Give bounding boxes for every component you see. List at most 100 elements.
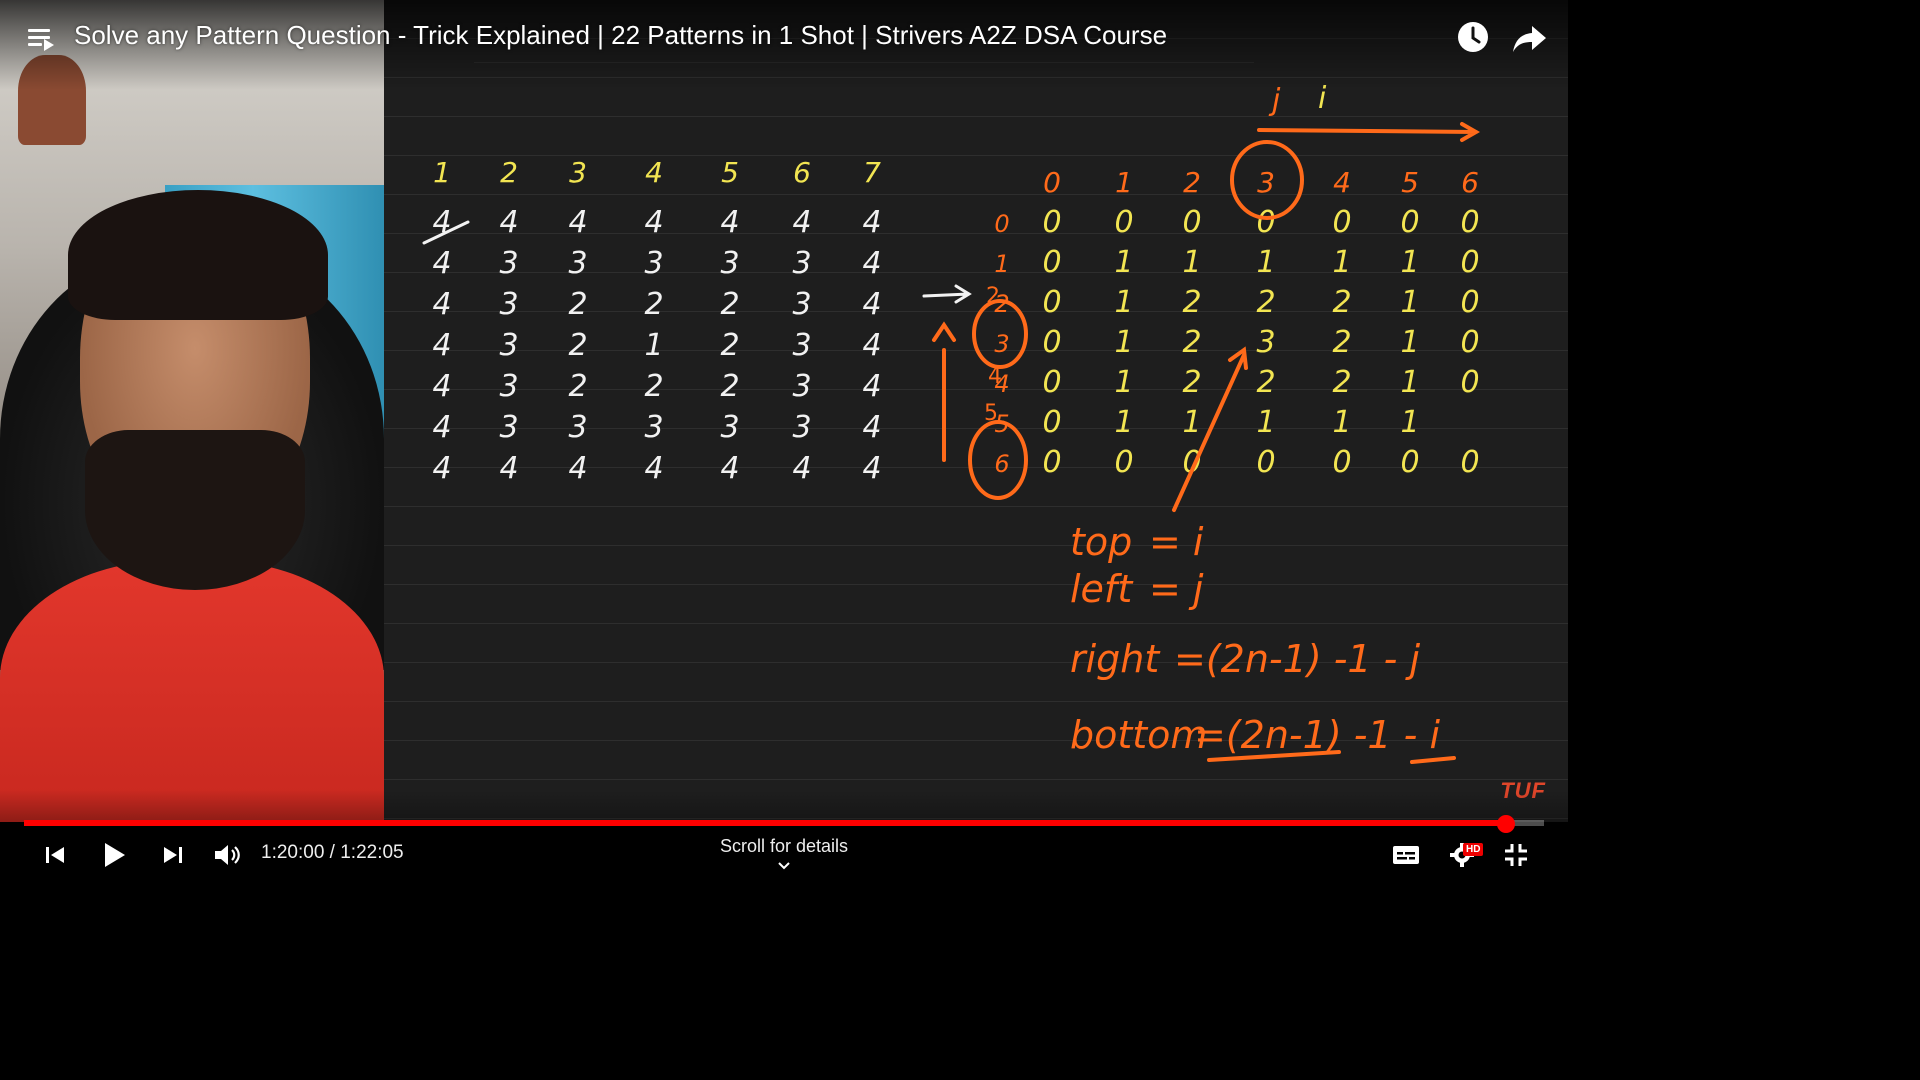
pattern-cell: 3: [792, 410, 811, 445]
pattern-cell: 4: [862, 246, 881, 281]
distance-cell: 1: [1400, 285, 1419, 320]
distance-cell: 0: [1042, 445, 1061, 480]
distance-cell: 0: [1256, 445, 1275, 480]
pattern-cell: 3: [568, 410, 587, 445]
presenter-hair: [68, 190, 328, 320]
formula-top-lhs: top: [1070, 520, 1132, 564]
exit-fullscreen-icon: [1505, 844, 1527, 866]
pattern-cell: 2: [720, 287, 739, 322]
pattern-cell: 3: [792, 287, 811, 322]
pattern-cell: 1: [644, 328, 663, 363]
mark-4: 4: [988, 364, 1002, 389]
chevron-down-icon[interactable]: [776, 858, 792, 874]
pattern-cell: 4: [862, 328, 881, 363]
pattern-cell: 3: [499, 410, 518, 445]
video-player[interactable]: 1 2 3 4 5 6 7 4 4 4 4 4 4 4 4 3 3 3 3 3 4 4 3 2 2 2 3 4 4 3 2 1 2 3 4 4 3 2 2 2…: [0, 0, 1568, 882]
presenter-hoodie: [0, 560, 384, 822]
mute-button[interactable]: [210, 838, 244, 872]
pattern-cell: 4: [499, 205, 518, 240]
pattern-cell: 2: [644, 369, 663, 404]
index-col-header: 1: [1115, 166, 1133, 199]
pattern-cell: 3: [499, 328, 518, 363]
distance-cell: 1: [1400, 325, 1419, 360]
arrow-vertical: [932, 321, 956, 462]
formula-right-rhs: =(2n-1) -1 - j: [1174, 637, 1420, 681]
pattern-cell: 2: [644, 287, 663, 322]
index-col-header: 6: [1461, 166, 1479, 199]
pattern-col-header: 7: [863, 156, 881, 189]
formula-bottom-rhs: =(2n-1) -1 - i: [1194, 713, 1440, 757]
pattern-cell: 4: [792, 451, 811, 486]
distance-cell: 2: [1332, 325, 1351, 360]
pattern-cell: 4: [792, 205, 811, 240]
pattern-cell: 2: [720, 369, 739, 404]
distance-cell: 1: [1182, 245, 1201, 280]
distance-cell: 1: [1114, 325, 1133, 360]
pattern-cell: 4: [862, 410, 881, 445]
index-col-header: 5: [1401, 166, 1419, 199]
pattern-col-header: 4: [645, 156, 663, 189]
distance-cell: 2: [1256, 365, 1275, 400]
formula-bottom-lhs: bottom: [1070, 713, 1207, 757]
distance-cell: 1: [1256, 245, 1275, 280]
index-row-header: 0: [994, 210, 1009, 238]
mark-2: 2: [986, 284, 1000, 309]
subtitles-button[interactable]: [1390, 838, 1422, 872]
volume-icon: [215, 845, 240, 865]
video-title[interactable]: Solve any Pattern Question - Trick Expla…: [74, 20, 1167, 51]
distance-cell: 1: [1256, 405, 1275, 440]
distance-cell: 1: [1182, 405, 1201, 440]
distance-cell: 2: [1332, 285, 1351, 320]
exit-fullscreen-button[interactable]: [1500, 838, 1532, 872]
pattern-cell: 4: [644, 205, 663, 240]
time-display: 1:20:00 / 1:22:05: [261, 842, 404, 863]
share-arrow-icon[interactable]: [1512, 22, 1548, 54]
clock-icon[interactable]: [1456, 20, 1490, 54]
distance-cell: 1: [1114, 365, 1133, 400]
distance-table: 0 1 2 3 4 5 601234560 0 0 0 0 0 00 1 1 1 1 1 00 1 2 2 2 1 00 1 2 3 2…: [994, 166, 1479, 480]
distance-cell: 2: [1182, 325, 1201, 360]
arrow-right: [1257, 122, 1481, 142]
next-button[interactable]: [158, 838, 188, 872]
pattern-cell: 4: [432, 328, 451, 363]
pattern-cell: 4: [432, 246, 451, 281]
board-drawing: 1 2 3 4 5 6 7 4 4 4 4 4 4 4 4 3 3 3 3 3 4 4 3 2 2 2 3 4 4 3 2 1 2 3 4 4 3 2 2 2…: [422, 81, 1481, 764]
index-col-header: 0: [1043, 166, 1061, 199]
index-col-header: 2: [1183, 166, 1201, 199]
previous-button[interactable]: [40, 838, 70, 872]
pattern-cell: 4: [720, 451, 739, 486]
pattern-cell: 3: [792, 328, 811, 363]
pattern-cell: 4: [432, 369, 451, 404]
next-icon: [164, 847, 182, 863]
distance-cell: 2: [1256, 285, 1275, 320]
distance-cell: 1: [1332, 405, 1351, 440]
distance-cell: 0: [1400, 205, 1419, 240]
formula-left-rhs: = j: [1149, 567, 1204, 611]
distance-cell: 2: [1182, 285, 1201, 320]
pattern-cell: 4: [568, 451, 587, 486]
progress-scrubber[interactable]: [1497, 815, 1515, 833]
distance-cell: 0: [1042, 245, 1061, 280]
distance-cell: 0: [1332, 445, 1351, 480]
distance-cell: 0: [1460, 205, 1479, 240]
playlist-icon[interactable]: [26, 24, 56, 52]
progress-bar[interactable]: [24, 820, 1544, 826]
scroll-for-details[interactable]: Scroll for details: [684, 836, 884, 857]
pattern-cell: 4: [568, 205, 587, 240]
distance-cell: 2: [1332, 365, 1351, 400]
distance-cell: 0: [1042, 285, 1061, 320]
distance-cell: 1: [1332, 245, 1351, 280]
pattern-cell: 4: [862, 451, 881, 486]
pattern-col-header: 2: [500, 156, 518, 189]
pattern-cell: 3: [499, 287, 518, 322]
index-row-header: 1: [994, 250, 1009, 278]
presenter-beard: [85, 430, 305, 590]
distance-cell: 1: [1114, 285, 1133, 320]
subtitles-icon: [1393, 846, 1419, 864]
distance-cell: 0: [1460, 445, 1479, 480]
pattern-cell: 3: [644, 410, 663, 445]
pattern-cell: 4: [862, 287, 881, 322]
pattern-cell: 2: [568, 328, 587, 363]
pattern-cell: 3: [644, 246, 663, 281]
play-button[interactable]: [96, 838, 132, 872]
